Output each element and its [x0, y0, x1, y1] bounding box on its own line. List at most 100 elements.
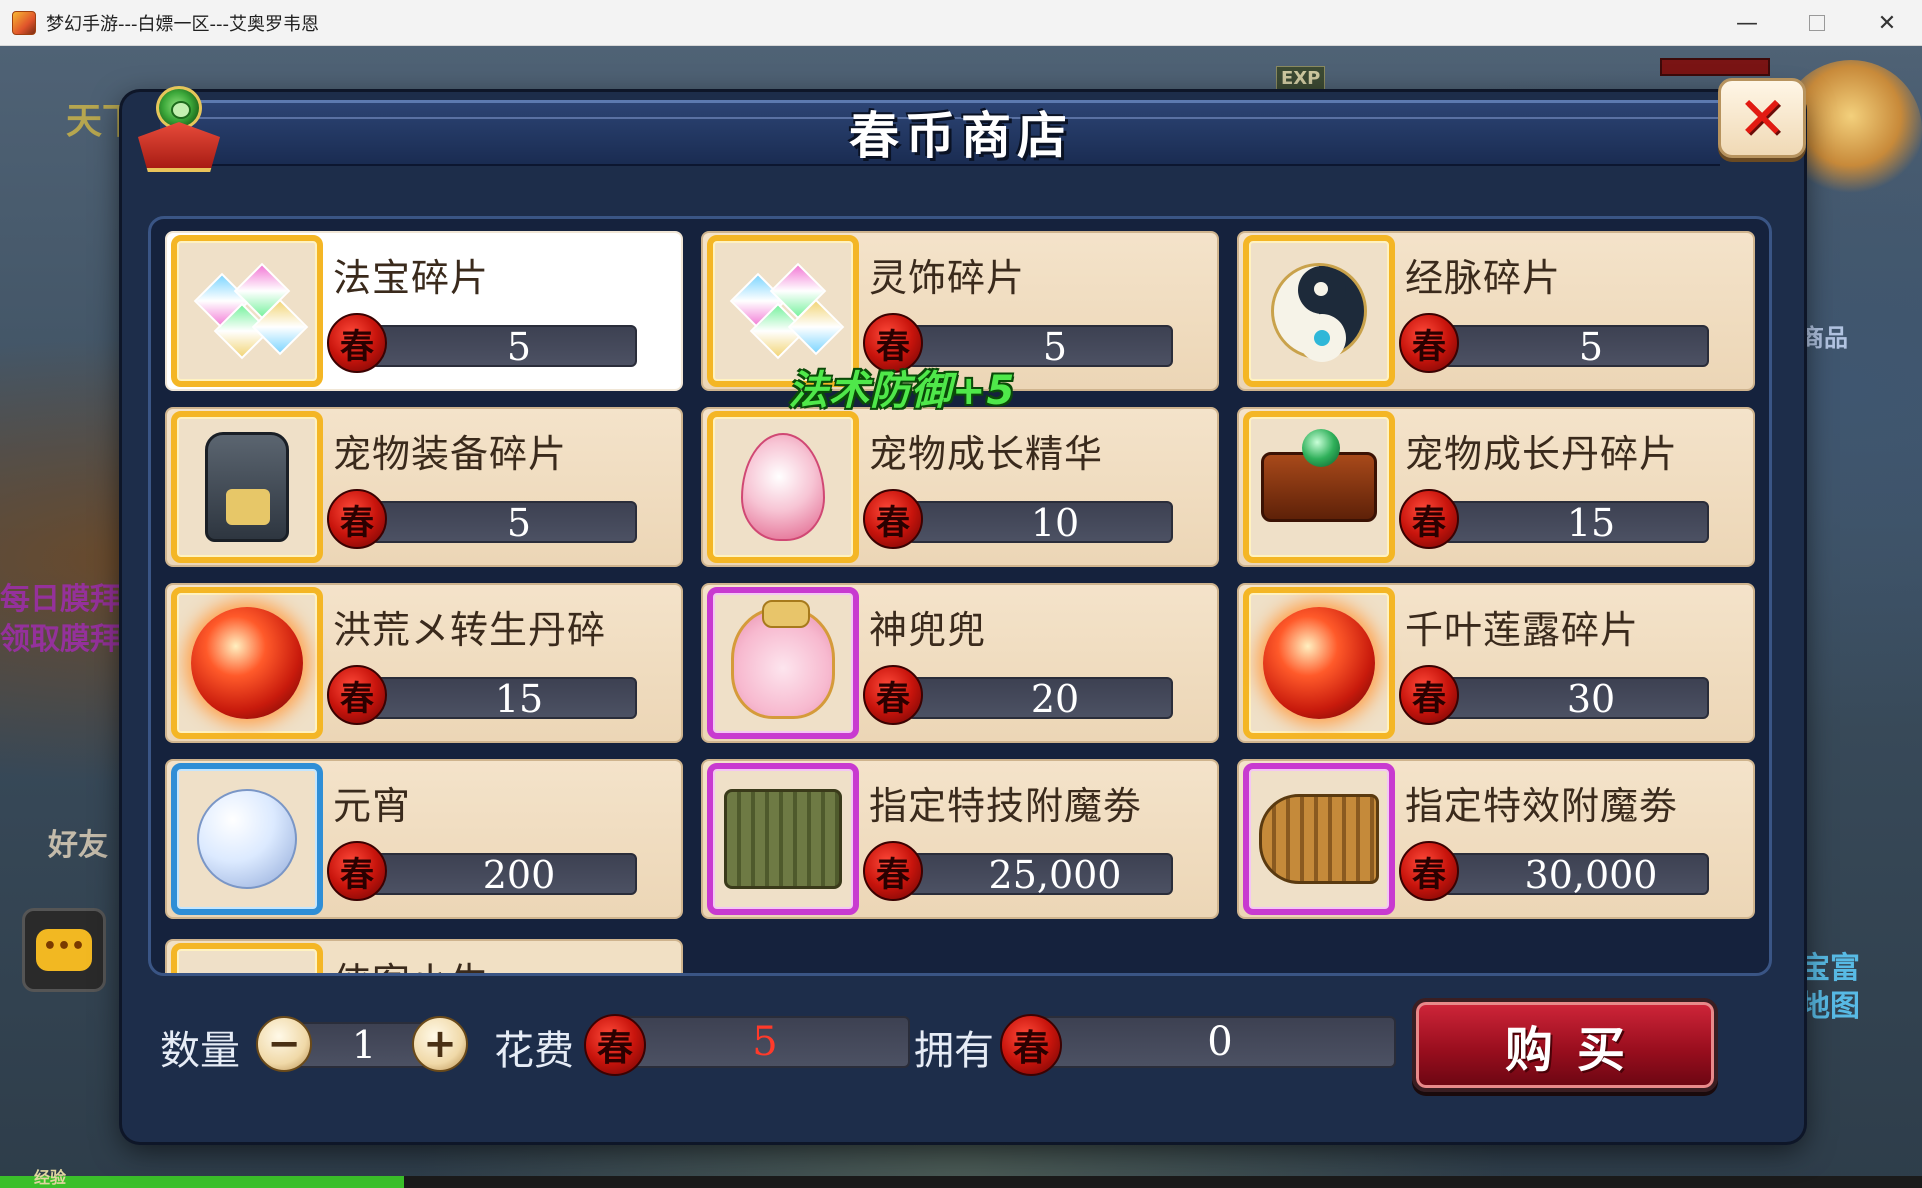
spring-coin-icon: 春: [1399, 313, 1459, 373]
spring-coin-icon: 春: [1399, 841, 1459, 901]
chat-bubble-icon: •••: [36, 929, 92, 971]
treasure-map-label[interactable]: 宝富 地图: [1800, 950, 1860, 1026]
item-price: 5: [506, 501, 532, 545]
spring-coin-icon: 春: [327, 665, 387, 725]
item-price-bar: 5: [371, 501, 637, 543]
lantern-body-icon: [138, 122, 220, 172]
lantern-icon: [132, 86, 224, 174]
item-name: 神兜兜: [869, 608, 987, 652]
quantity-label: 数量: [160, 1028, 240, 1074]
item-price-bar: 5: [1443, 325, 1709, 367]
yinyang-dot: [1314, 330, 1330, 346]
close-window-button[interactable]: ✕: [1852, 0, 1922, 46]
daily-worship-label[interactable]: 每日膜拜 领取膜拜: [0, 580, 120, 660]
friends-label[interactable]: 好友: [48, 820, 108, 864]
treasure-map-line1: 宝富: [1800, 951, 1860, 986]
item-name: 指定特技附魔劵: [869, 784, 1143, 828]
item-price: 5: [506, 325, 532, 369]
item-icon-frame: [707, 763, 859, 915]
exp-label: 经验: [34, 1168, 67, 1187]
item-price-bar: 20: [907, 677, 1173, 719]
window-title: 梦幻手游---白嫖一区---艾奥罗韦恩: [46, 13, 319, 35]
close-shop-button[interactable]: ✕: [1718, 78, 1806, 158]
red-orb-icon: [191, 607, 303, 719]
item-name: 洪荒メ转生丹碎: [333, 608, 607, 652]
item-icon-frame: [171, 763, 323, 915]
scroll-icon: [724, 789, 842, 889]
item-price: 15: [1566, 501, 1616, 545]
shop-item-card[interactable]: 元宵 200 春: [165, 759, 683, 919]
shop-item-card[interactable]: 指定特效附魔劵 30,000 春: [1237, 759, 1755, 919]
scroll-icon: [1259, 794, 1379, 884]
spring-coin-icon: 春: [584, 1014, 646, 1076]
buy-button[interactable]: 购买: [1412, 998, 1718, 1092]
item-price-bar: 200: [371, 853, 637, 895]
item-price: 15: [494, 677, 544, 721]
shop-item-card[interactable]: 法宝碎片 5 春: [165, 231, 683, 391]
spring-coin-icon: 春: [863, 489, 923, 549]
maximize-button[interactable]: [1782, 0, 1852, 46]
item-name: 灵饰碎片: [869, 256, 1026, 300]
item-icon-frame: [707, 587, 859, 739]
plus-icon: +: [423, 1021, 457, 1067]
window-titlebar: 梦幻手游---白嫖一区---艾奥罗韦恩 — ✕: [0, 0, 1922, 46]
shop-item-card[interactable]: 宠物成长精华 10 春: [701, 407, 1219, 567]
cost-value: 5: [752, 1019, 778, 1065]
app-icon: [12, 10, 36, 35]
shop-item-card[interactable]: 神兜兜 20 春: [701, 583, 1219, 743]
side-shop-label[interactable]: 商品: [1800, 318, 1848, 353]
shop-item-card[interactable]: 洪荒メ转生丹碎 15 春: [165, 583, 683, 743]
item-price: 20: [1030, 677, 1080, 721]
item-price-bar: 5: [371, 325, 637, 367]
owned-label: 拥有: [914, 1028, 994, 1074]
spring-coin-icon: 春: [1399, 489, 1459, 549]
gem-icon: [192, 261, 309, 361]
yinyang-icon: [1271, 263, 1367, 362]
item-name: 宠物成长精华: [869, 432, 1104, 476]
item-price-bar: 10: [907, 501, 1173, 543]
item-icon-frame: [1243, 587, 1395, 739]
item-icon-frame: [1243, 411, 1395, 563]
buy-label: 购买: [1504, 1022, 1649, 1078]
item-price: 200: [482, 853, 556, 897]
shop-item-card[interactable]: 千叶莲露碎片 30 春: [1237, 583, 1755, 743]
treasure-box-icon: [1261, 429, 1377, 522]
red-orb-icon: [1263, 607, 1375, 719]
item-icon-frame: [171, 411, 323, 563]
exp-progress-bar: [0, 1176, 1922, 1188]
item-price: 30: [1566, 677, 1616, 721]
armor-icon: [205, 432, 289, 542]
shop-item-card[interactable]: 经脉碎片 5 春: [1237, 231, 1755, 391]
item-price: 30,000: [1524, 853, 1658, 897]
item-price: 10: [1030, 501, 1080, 545]
egg-icon: [741, 433, 825, 541]
shop-item-card[interactable]: 宠物装备碎片 5 春: [165, 407, 683, 567]
daily-worship-line2: 领取膜拜: [0, 622, 120, 657]
exp-badge: EXP: [1276, 66, 1326, 91]
increase-quantity-button[interactable]: +: [412, 1016, 468, 1072]
buff-float-text: 法术防御+5: [788, 368, 1016, 414]
item-icon-frame: [171, 235, 323, 387]
maximize-icon: [1809, 15, 1825, 31]
item-name: 宠物装备碎片: [333, 432, 568, 476]
item-name: 侠客小生: [333, 951, 489, 973]
shop-item-card[interactable]: 指定特技附魔劵 25,000 春: [701, 759, 1219, 919]
shop-item-card[interactable]: 宠物成长丹碎片 15 春: [1237, 407, 1755, 567]
item-name: 法宝碎片: [333, 256, 490, 300]
shop-item-card-partial[interactable]: 侠客小生: [165, 939, 683, 973]
spring-coin-icon: 春: [327, 313, 387, 373]
pearl-icon: [197, 789, 297, 889]
spring-coin-icon: 春: [1000, 1014, 1062, 1076]
chat-button[interactable]: •••: [22, 908, 106, 992]
spring-coin-icon: 春: [327, 489, 387, 549]
item-icon-frame: [171, 587, 323, 739]
item-price: 5: [1578, 325, 1604, 369]
minus-icon: −: [267, 1021, 301, 1067]
spring-coin-icon: 春: [863, 665, 923, 725]
item-icon-frame: [1243, 235, 1395, 387]
item-price-bar: 25,000: [907, 853, 1173, 895]
owned-value: 0: [1207, 1019, 1233, 1065]
decrease-quantity-button[interactable]: −: [256, 1016, 312, 1072]
minimize-button[interactable]: —: [1712, 0, 1782, 46]
item-grid[interactable]: 法宝碎片 5 春灵饰碎片 5 春经脉碎片 5 春宠物装备碎片 5 春宠物成长精华 10 春宠物成长丹…: [148, 216, 1772, 976]
